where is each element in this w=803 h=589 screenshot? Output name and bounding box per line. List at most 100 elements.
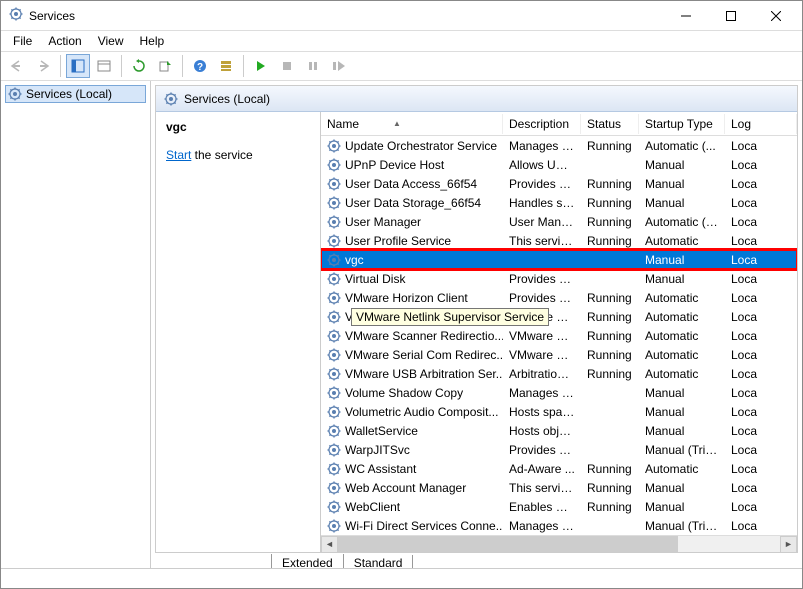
service-logon: Loca <box>725 481 797 495</box>
table-row[interactable]: Web Account ManagerThis service ...Runni… <box>321 478 797 497</box>
properties-button[interactable] <box>92 54 116 78</box>
selected-service-name: vgc <box>166 120 310 134</box>
service-name: WalletService <box>345 424 418 438</box>
service-logon: Loca <box>725 253 797 267</box>
service-name: WC Assistant <box>345 462 416 476</box>
table-row[interactable]: VMware Horizon ClientProvides Ho...Runni… <box>321 288 797 307</box>
service-logon: Loca <box>725 234 797 248</box>
menu-file[interactable]: File <box>5 32 40 50</box>
col-description[interactable]: Description <box>503 114 581 134</box>
scroll-right-button[interactable]: ► <box>780 536 797 553</box>
table-row[interactable]: WalletServiceHosts objec...ManualLoca <box>321 421 797 440</box>
back-button[interactable] <box>5 54 29 78</box>
menu-help[interactable]: Help <box>132 32 173 50</box>
sort-asc-icon: ▲ <box>393 119 401 128</box>
scroll-thumb[interactable] <box>338 536 678 553</box>
tab-extended[interactable]: Extended <box>271 554 344 568</box>
gear-icon <box>327 196 341 210</box>
table-row[interactable]: Volumetric Audio Composit...Hosts spatia… <box>321 402 797 421</box>
close-button[interactable] <box>753 1 798 30</box>
scroll-track[interactable] <box>338 536 780 553</box>
export-button[interactable] <box>153 54 177 78</box>
service-startup: Automatic <box>639 329 725 343</box>
gear-icon <box>327 234 341 248</box>
gear-icon <box>327 462 341 476</box>
col-startup[interactable]: Startup Type <box>639 114 725 134</box>
service-status: Running <box>581 348 639 362</box>
left-tree[interactable]: Services (Local) <box>1 81 151 568</box>
service-name: VMware Scanner Redirectio... <box>345 329 503 343</box>
table-row[interactable]: WC AssistantAd-Aware ...RunningAutomatic… <box>321 459 797 478</box>
forward-button[interactable] <box>31 54 55 78</box>
table-row[interactable]: Volume Shadow CopyManages an...ManualLoc… <box>321 383 797 402</box>
statusbar <box>1 568 802 588</box>
table-row[interactable]: Virtual DiskProvides m...ManualLoca <box>321 269 797 288</box>
table-row[interactable]: UPnP Device HostAllows UPn...ManualLoca <box>321 155 797 174</box>
help-button[interactable]: ? <box>188 54 212 78</box>
main-area: Services (Local) Services (Local) vgc St… <box>1 81 802 568</box>
table-row[interactable]: Wi-Fi Direct Services Conne...Manages co… <box>321 516 797 535</box>
service-name: VMware Serial Com Redirec... <box>345 348 503 362</box>
tab-standard[interactable]: Standard <box>343 555 414 568</box>
service-startup: Manual <box>639 158 725 172</box>
service-logon: Loca <box>725 424 797 438</box>
grid-rows[interactable]: Update Orchestrator ServiceManages W...R… <box>321 136 797 535</box>
minimize-button[interactable] <box>663 1 708 30</box>
table-row[interactable]: Update Orchestrator ServiceManages W...R… <box>321 136 797 155</box>
filter-button[interactable] <box>214 54 238 78</box>
table-row[interactable]: WebClientEnables Win...RunningManualLoca <box>321 497 797 516</box>
service-startup: Manual <box>639 272 725 286</box>
service-name: vgc <box>345 253 364 267</box>
show-hide-tree-button[interactable] <box>66 54 90 78</box>
table-row[interactable]: WarpJITSvcProvides a JI...Manual (Trig..… <box>321 440 797 459</box>
service-status: Running <box>581 500 639 514</box>
service-logon: Loca <box>725 348 797 362</box>
titlebar[interactable]: Services <box>1 1 802 31</box>
service-status: Running <box>581 215 639 229</box>
gear-icon <box>164 92 178 106</box>
table-row[interactable]: vgcManualLoca <box>321 250 797 269</box>
h-scrollbar[interactable]: ◄ ► <box>321 535 797 552</box>
service-startup: Automatic (T... <box>639 215 725 229</box>
col-name[interactable]: Name▲ <box>321 114 503 134</box>
column-headers: Name▲ Description Status Startup Type Lo… <box>321 112 797 136</box>
service-description: Provides ap... <box>503 177 581 191</box>
service-logon: Loca <box>725 215 797 229</box>
maximize-button[interactable] <box>708 1 753 30</box>
menu-view[interactable]: View <box>90 32 132 50</box>
service-status: Running <box>581 139 639 153</box>
gear-icon <box>327 310 341 324</box>
start-service-button[interactable] <box>249 54 273 78</box>
scroll-left-button[interactable]: ◄ <box>321 536 338 553</box>
table-row[interactable]: User Data Access_66f54Provides ap...Runn… <box>321 174 797 193</box>
service-description: Hosts spatia... <box>503 405 581 419</box>
service-logon: Loca <box>725 158 797 172</box>
stop-service-button[interactable] <box>275 54 299 78</box>
start-link[interactable]: Start <box>166 148 191 162</box>
service-name: Web Account Manager <box>345 481 466 495</box>
service-logon: Loca <box>725 405 797 419</box>
pause-service-button[interactable] <box>301 54 325 78</box>
toolbar: ? <box>1 51 802 81</box>
service-name: Update Orchestrator Service <box>345 139 497 153</box>
service-name: VMware Horizon Client <box>345 291 468 305</box>
table-row[interactable]: VMware Scanner Redirectio...VMware Sca..… <box>321 326 797 345</box>
service-description: VMware Ser... <box>503 348 581 362</box>
service-name: User Data Storage_66f54 <box>345 196 481 210</box>
refresh-button[interactable] <box>127 54 151 78</box>
service-description: VMware Sca... <box>503 329 581 343</box>
col-status[interactable]: Status <box>581 114 639 134</box>
action-suffix: the service <box>191 148 252 162</box>
tree-root[interactable]: Services (Local) <box>5 85 146 103</box>
gear-icon <box>327 386 341 400</box>
restart-service-button[interactable] <box>327 54 351 78</box>
service-description: Allows UPn... <box>503 158 581 172</box>
menu-action[interactable]: Action <box>40 32 89 50</box>
col-logon[interactable]: Log <box>725 114 797 134</box>
table-row[interactable]: VMware Serial Com Redirec...VMware Ser..… <box>321 345 797 364</box>
table-row[interactable]: User Profile ServiceThis service ...Runn… <box>321 231 797 250</box>
table-row[interactable]: User Data Storage_66f54Handles sto...Run… <box>321 193 797 212</box>
service-status: Running <box>581 367 639 381</box>
table-row[interactable]: User ManagerUser Manag...RunningAutomati… <box>321 212 797 231</box>
table-row[interactable]: VMware USB Arbitration Ser...Arbitration… <box>321 364 797 383</box>
